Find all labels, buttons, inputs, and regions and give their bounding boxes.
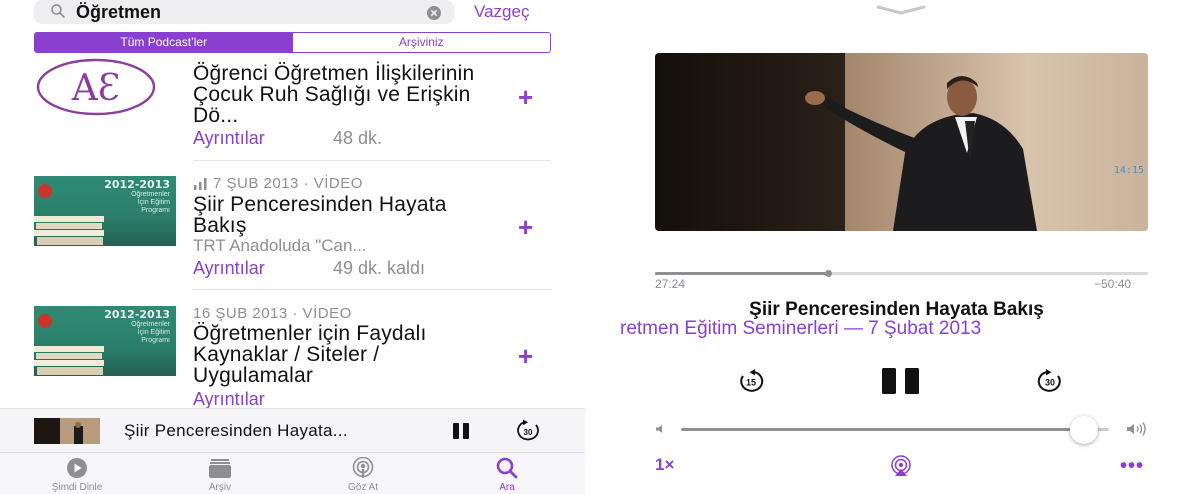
episode-duration: 48 dk. <box>333 128 383 148</box>
skip-forward-label: 30 <box>1045 378 1055 388</box>
skip-forward-label: 30 <box>524 428 533 437</box>
video-player[interactable]: 14:15 <box>655 53 1148 231</box>
search-input[interactable]: Öğretmen <box>34 0 454 24</box>
cancel-button[interactable]: Vazgeç <box>474 2 529 22</box>
books-graphic <box>34 216 104 245</box>
tab-label: Ara <box>499 482 515 493</box>
search-query-text: Öğretmen <box>76 2 162 22</box>
apple-graphic <box>38 314 52 328</box>
divider <box>193 160 551 161</box>
skip-forward-icon[interactable]: 30 <box>514 419 542 443</box>
library-icon <box>209 459 231 478</box>
artwork-years: 2012-2013 <box>104 178 170 191</box>
episode-artwork: 2012-2013 Öğretmenler İçin Eğitim Progra… <box>34 306 176 376</box>
chevron-down-icon[interactable] <box>876 4 926 16</box>
artwork-years: 2012-2013 <box>104 308 170 321</box>
scope-library[interactable]: Arşiviniz <box>292 33 550 52</box>
tab-label: Şimdi Dinle <box>51 482 103 493</box>
skip-forward-icon[interactable]: 30 <box>1034 369 1066 393</box>
skip-back-label: 15 <box>746 378 756 388</box>
add-button[interactable]: + <box>518 212 533 243</box>
now-playing-screen: 14:15 27:24 −50:40 Şiir Penceresinden Ha… <box>604 0 1189 494</box>
details-link[interactable]: Ayrıntılar <box>193 258 265 279</box>
elapsed-time: 27:24 <box>655 277 686 291</box>
scope-segmented-control: Tüm Podcast’ler Arşiviniz <box>34 32 551 53</box>
details-link[interactable]: Ayrıntılar <box>193 389 265 410</box>
speaker-figure <box>805 76 1037 231</box>
podcast-icon <box>352 457 374 478</box>
volume-high-icon <box>1127 422 1146 436</box>
mini-player[interactable]: Şiir Penceresinden Hayata... 30 <box>0 408 585 452</box>
episode-description: TRT Anadoluda "Can... <box>193 236 367 255</box>
volume-knob[interactable] <box>1070 416 1098 444</box>
episode-date: 7 ŞUB 2013 · VİDEO <box>213 175 363 192</box>
tab-bar: Şimdi Dinle Arşiv Göz At Ara <box>0 452 585 494</box>
apple-graphic <box>38 184 52 198</box>
details-link[interactable]: Ayrıntılar <box>193 128 265 149</box>
pause-icon[interactable] <box>880 368 922 394</box>
search-bar: Öğretmen Vazgeç <box>34 0 554 26</box>
search-results-screen: Öğretmen Vazgeç Tüm Podcast’ler Arşivini… <box>0 0 585 494</box>
add-button[interactable]: + <box>518 82 533 113</box>
more-options-icon[interactable]: ••• <box>1120 455 1144 478</box>
airplay-icon[interactable] <box>884 455 918 477</box>
add-button[interactable]: + <box>518 341 533 372</box>
tab-label: Arşiv <box>208 482 232 493</box>
tab-label: Göz At <box>347 482 378 493</box>
tab-library[interactable]: Arşiv <box>175 457 265 493</box>
skip-back-icon[interactable]: 15 <box>735 369 767 393</box>
tab-browse[interactable]: Göz At <box>318 457 408 493</box>
episode-title: Şiir Penceresinden Hayata Bakış <box>193 193 447 237</box>
episode-date: 16 ŞUB 2013 · VİDEO <box>193 305 352 322</box>
episode-artwork: 2012-2013 Öğretmenler İçin Eğitim Progra… <box>34 176 176 246</box>
divider <box>193 289 551 290</box>
podcast-artwork: AƐ <box>34 58 176 116</box>
progress-knob[interactable] <box>824 270 832 277</box>
artwork-caption: Öğretmenler İçin Eğitim Programı <box>131 321 170 344</box>
tab-search[interactable]: Ara <box>462 457 552 493</box>
tab-listen-now[interactable]: Şimdi Dinle <box>32 457 122 493</box>
volume-fill <box>681 428 1071 431</box>
mini-player-artwork <box>34 418 100 444</box>
pause-icon[interactable] <box>452 423 470 439</box>
video-clock-overlay: 14:15 <box>1113 165 1144 176</box>
search-icon <box>496 457 518 479</box>
play-circle-icon <box>67 458 87 478</box>
books-graphic <box>34 346 104 375</box>
episode-title: Öğrenci Öğretmen İlişkilerinin Çocuk Ruh… <box>193 62 475 127</box>
playback-speed-button[interactable]: 1× <box>655 455 674 475</box>
episode-duration: 49 dk. kaldı <box>333 258 426 278</box>
mini-player-title: Şiir Penceresinden Hayata... <box>124 421 348 440</box>
volume-low-icon <box>656 425 662 433</box>
logo-letters: AƐ <box>71 68 120 109</box>
volume-slider[interactable] <box>681 428 1109 431</box>
episode-title: Öğretmenler için Faydalı Kaynaklar / Sit… <box>193 322 427 387</box>
played-bars-icon <box>194 178 207 190</box>
progress-scrubber[interactable] <box>655 270 1148 277</box>
search-icon <box>51 4 65 18</box>
clear-icon[interactable] <box>426 5 442 21</box>
artwork-caption: Öğretmenler İçin Eğitim Programı <box>131 191 170 214</box>
progress-fill <box>655 272 828 275</box>
now-playing-show[interactable]: retmen Eğitim Seminerleri — 7 Şubat 2013 <box>604 318 1189 340</box>
remaining-time: −50:40 <box>1094 277 1132 291</box>
scope-all-podcasts[interactable]: Tüm Podcast’ler <box>35 33 293 52</box>
